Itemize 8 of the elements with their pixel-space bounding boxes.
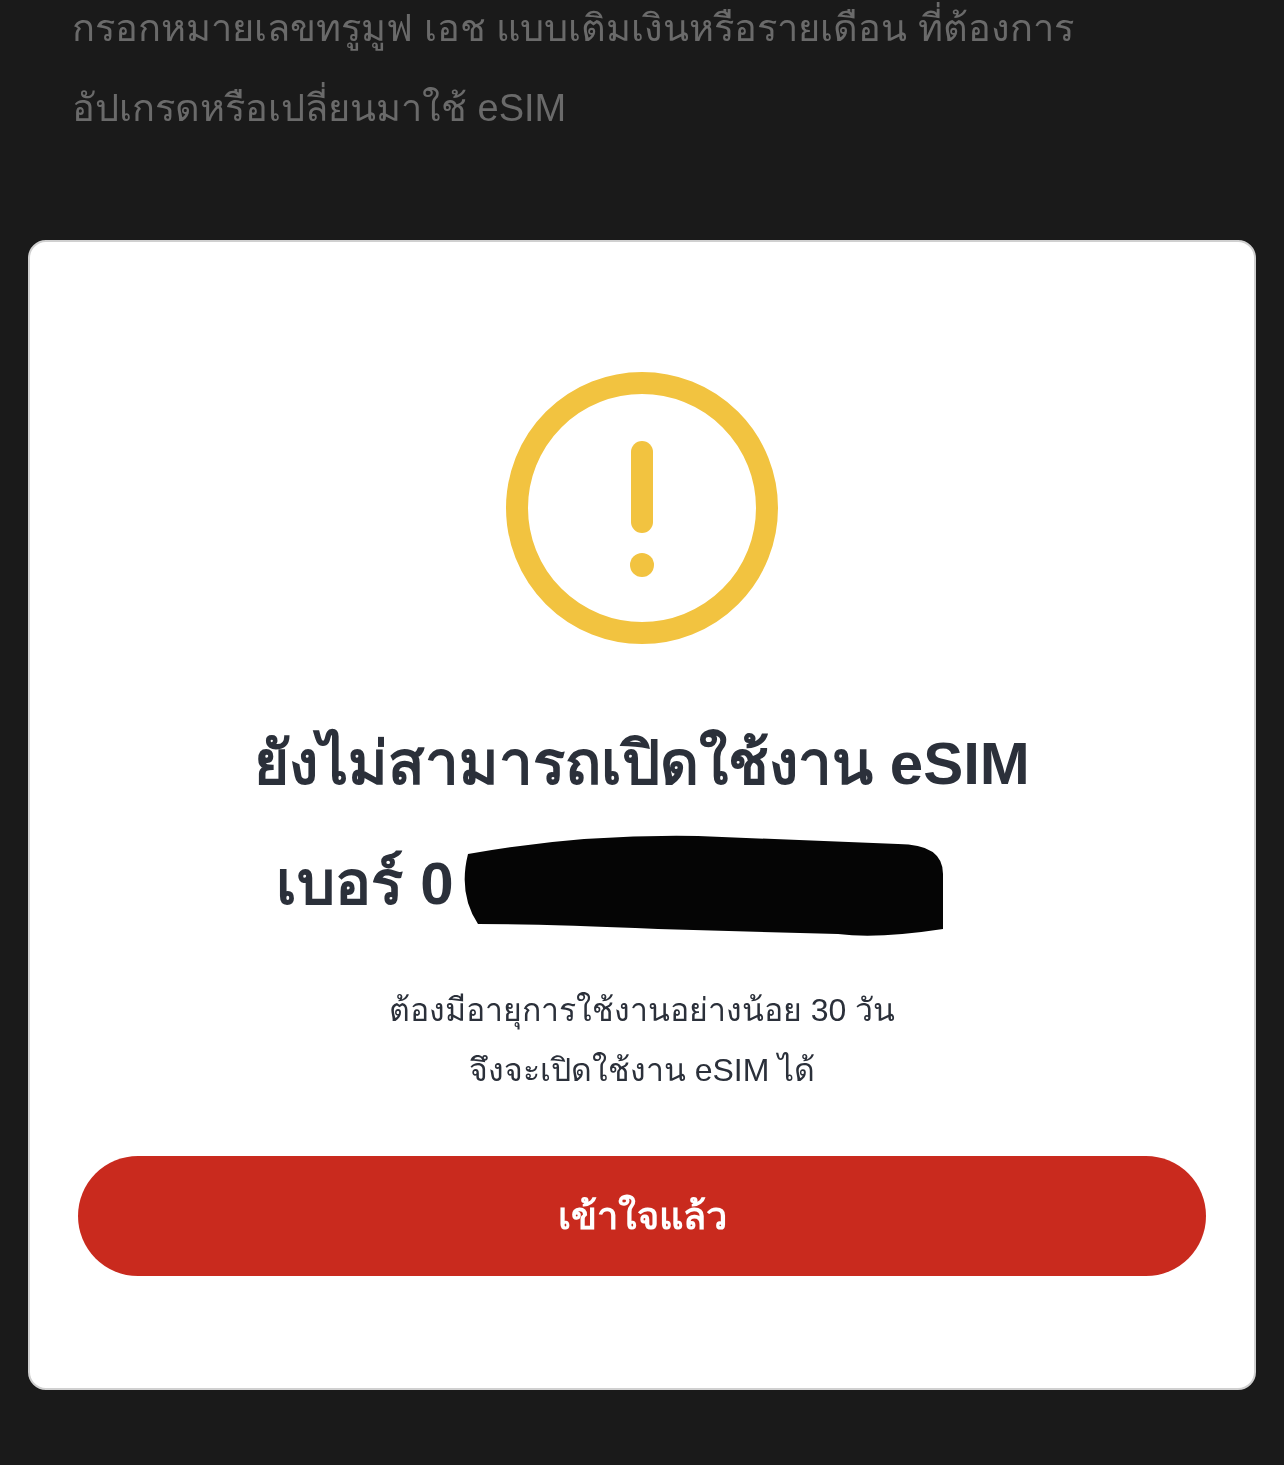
background-text: กรอกหมายเลขทรูมูฟ เอช แบบเติมเงินหรือรายเดือน ที่ต้องการ [72,2,1074,54]
understood-button[interactable]: เข้าใจแล้ว [78,1156,1206,1276]
dialog-message: ต้องมีอายุการใช้งานอย่างน้อย 30 วัน [388,991,896,1032]
background-text: อัปเกรดหรือเปลี่ยนมาใช้ eSIM [72,82,567,134]
phone-number-label: เบอร์ 0 [276,849,454,919]
dialog-title: ยังไม่สามารถเปิดใช้งาน eSIM [254,727,1030,799]
warning-icon [506,372,778,644]
dialog-message: จึงจะเปิดใช้งาน eSIM ได้ [468,1051,816,1090]
